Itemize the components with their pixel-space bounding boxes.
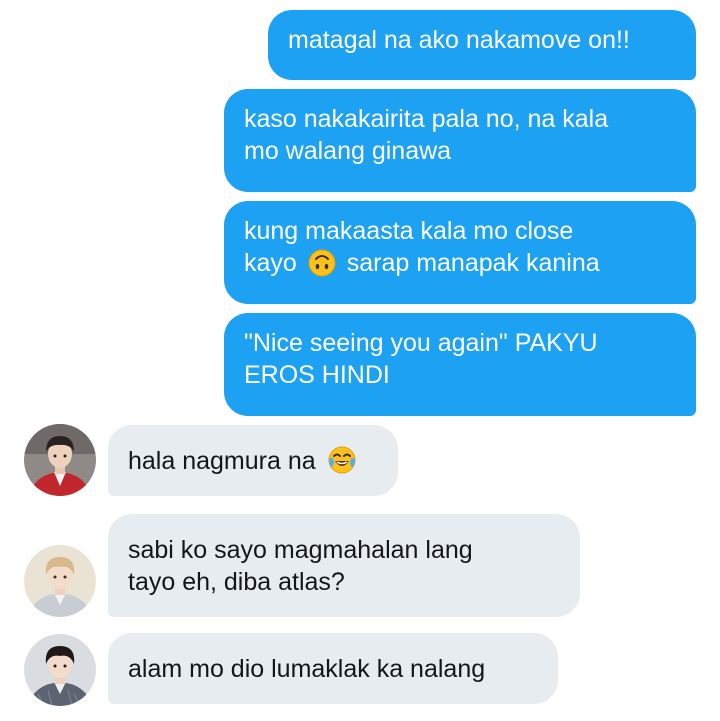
message-text-line: kung makaasta kala mo close [244, 217, 574, 245]
message-text-segment: hala nagmura na [128, 447, 316, 475]
message-text-line: alam mo dio lumaklak ka nalang [128, 655, 486, 683]
sent-message-bubble[interactable]: kaso nakakairita pala no, na kala mo wal… [224, 89, 696, 192]
message-text-line: EROS HINDI [244, 361, 390, 389]
received-message-bubble[interactable]: sabi ko sayo magmahalan lang tayo eh, di… [108, 514, 580, 617]
message-text-segment: sarap manapak kanina [346, 249, 600, 277]
sent-message-bubble[interactable]: matagal na ako nakamove on!! [268, 10, 696, 80]
received-message-bubble[interactable]: alam mo dio lumaklak ka nalang [108, 633, 558, 704]
message-text-line: "Nice seeing you again" PAKYU [244, 329, 598, 357]
avatar[interactable] [24, 545, 96, 617]
sent-message-bubble[interactable]: "Nice seeing you again" PAKYU EROS HINDI [224, 313, 696, 416]
avatar[interactable] [24, 634, 96, 706]
tears-of-joy-face-icon [327, 445, 357, 483]
message-text-line: tayo eh, diba atlas? [128, 568, 345, 596]
upside-down-face-icon [308, 249, 336, 285]
message-text-line: sabi ko sayo magmahalan lang [128, 536, 473, 564]
message-text-line: matagal na ako nakamove on!! [288, 26, 630, 54]
avatar[interactable] [24, 424, 96, 496]
message-text-segment: kayo [244, 249, 297, 277]
received-message-bubble[interactable]: hala nagmura na [108, 425, 398, 496]
message-text-line: kaso nakakairita pala no, na kala [244, 105, 609, 133]
sent-message-bubble[interactable]: kung makaasta kala mo close kayo sarap m… [224, 201, 696, 304]
message-text-line: mo walang ginawa [244, 137, 452, 165]
